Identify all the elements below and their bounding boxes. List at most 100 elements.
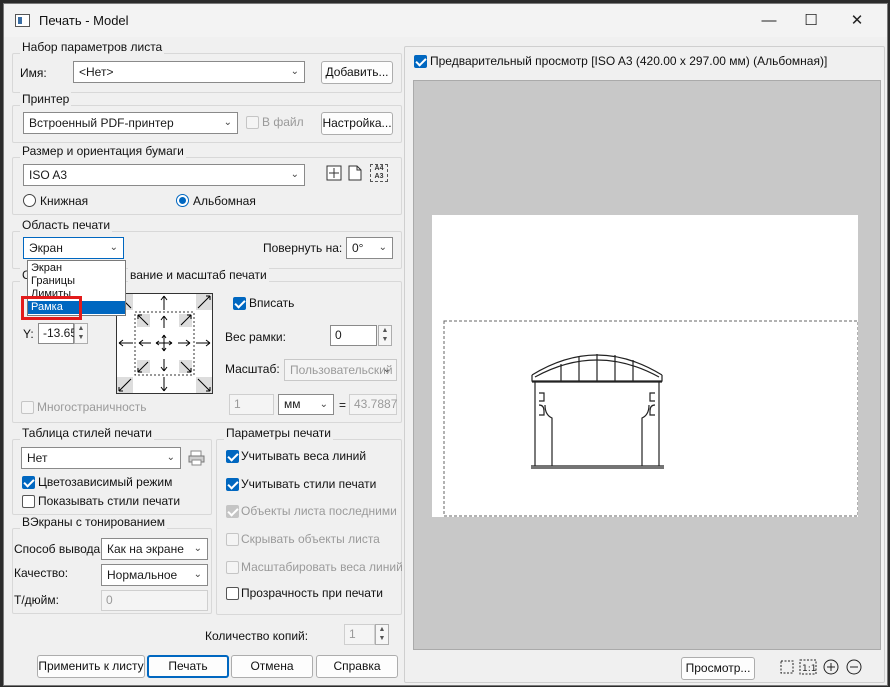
fit-to-paper-label: Вписать bbox=[249, 296, 295, 310]
scale-lineweights-checkbox[interactable] bbox=[226, 561, 239, 574]
output-mode-value: Как на экране bbox=[107, 542, 184, 556]
copies-label: Количество копий: bbox=[205, 629, 309, 643]
output-mode-select[interactable]: Как на экране ⌄ bbox=[101, 538, 208, 560]
rotate-label: Повернуть на: bbox=[263, 241, 343, 255]
rotate-value: 0° bbox=[352, 241, 364, 255]
zoom-in-icon[interactable] bbox=[823, 659, 839, 675]
copies-input[interactable]: 1 bbox=[344, 624, 375, 645]
zoom-extents-icon[interactable] bbox=[779, 659, 795, 675]
chevron-down-icon: ⌄ bbox=[378, 242, 387, 253]
preview-checkbox[interactable] bbox=[414, 55, 427, 68]
plot-lineweights-label: Учитывать веса линий bbox=[241, 449, 367, 463]
plot-area-select[interactable]: Экран ⌄ bbox=[23, 237, 124, 259]
paper-size-compare-icon[interactable]: A4 A3 bbox=[370, 164, 388, 182]
fit-to-paper-checkbox[interactable] bbox=[233, 297, 246, 310]
show-plot-styles-checkbox[interactable] bbox=[22, 495, 35, 508]
page-setup-label: Набор параметров листа bbox=[20, 40, 165, 54]
scale-select[interactable]: Пользовательский ⌄ bbox=[284, 359, 397, 381]
paper-size-select[interactable]: ISO A3 ⌄ bbox=[23, 164, 305, 186]
print-dialog: Печать - Model — ☐ ✕ Набор параметров ли… bbox=[3, 3, 888, 686]
multipage-label: Многостраничность bbox=[37, 400, 147, 414]
crosshair-icon[interactable] bbox=[326, 165, 342, 181]
landscape-radio[interactable] bbox=[176, 194, 189, 207]
scale-lineweights-label: Масштабировать веса линий bbox=[241, 560, 403, 574]
scale-ratio-left-input[interactable]: 1 bbox=[229, 394, 274, 415]
chevron-down-icon: ⌄ bbox=[382, 364, 391, 375]
title-bar[interactable]: Печать - Model — ☐ ✕ bbox=[4, 4, 887, 37]
rotate-select[interactable]: 0° ⌄ bbox=[346, 237, 393, 259]
dpi-input[interactable]: 0 bbox=[101, 590, 208, 611]
plot-area-option-extents[interactable]: Границы bbox=[28, 275, 125, 288]
minimize-button[interactable]: — bbox=[746, 4, 792, 37]
printer-value: Встроенный PDF-принтер bbox=[29, 116, 174, 130]
shaded-viewports-label: ВЭкраны с тонированием bbox=[20, 515, 168, 529]
y-offset-input[interactable]: -13.65 bbox=[38, 323, 77, 344]
maximize-button[interactable]: ☐ bbox=[788, 4, 834, 37]
preview-label: Предварительный просмотр [ISO A3 (420.00… bbox=[430, 54, 828, 68]
app-icon bbox=[15, 14, 30, 27]
quality-value: Нормальное bbox=[107, 568, 178, 582]
help-button[interactable]: Справка bbox=[316, 655, 398, 678]
svg-text:1:1: 1:1 bbox=[802, 664, 816, 674]
frame-weight-input[interactable]: 0 bbox=[330, 325, 377, 346]
plot-transparency-checkbox[interactable] bbox=[226, 587, 239, 600]
plot-lineweights-checkbox[interactable] bbox=[226, 450, 239, 463]
plot-transparency-label: Прозрачность при печати bbox=[241, 586, 383, 600]
printer-setup-button[interactable]: Настройка... bbox=[321, 112, 393, 135]
color-dependent-label: Цветозависимый режим bbox=[38, 475, 173, 489]
name-label: Имя: bbox=[20, 66, 47, 80]
plot-with-styles-checkbox[interactable] bbox=[226, 478, 239, 491]
chevron-down-icon: ⌄ bbox=[109, 242, 118, 253]
print-button[interactable]: Печать bbox=[147, 655, 229, 678]
multipage-checkbox[interactable] bbox=[21, 401, 34, 414]
equals-sign: = bbox=[339, 398, 347, 412]
scale-ratio-right-input[interactable]: 43.7887 bbox=[349, 394, 397, 415]
chevron-down-icon: ⌄ bbox=[193, 543, 202, 554]
zoom-out-icon[interactable] bbox=[846, 659, 862, 675]
quality-label: Качество: bbox=[14, 566, 69, 580]
plot-style-select[interactable]: Нет ⌄ bbox=[21, 447, 181, 469]
cancel-button[interactable]: Отмена bbox=[231, 655, 313, 678]
copies-spinner[interactable]: ▲ ▼ bbox=[375, 624, 389, 645]
scale-label: Масштаб: bbox=[225, 362, 280, 376]
zoom-1to1-icon[interactable]: 1:1 bbox=[799, 659, 817, 675]
printer-label: Принтер bbox=[20, 92, 72, 106]
plot-style-value: Нет bbox=[27, 451, 48, 465]
plot-style-label: Таблица стилей печати bbox=[20, 426, 154, 440]
paperspace-last-label: Объекты листа последними bbox=[241, 504, 397, 518]
preview-canvas[interactable] bbox=[413, 80, 881, 650]
y-offset-spinner[interactable]: ▲ ▼ bbox=[74, 323, 88, 344]
dpi-label: Т/дюйм: bbox=[14, 593, 59, 607]
to-file-checkbox[interactable] bbox=[246, 116, 259, 129]
portrait-radio[interactable] bbox=[23, 194, 36, 207]
hide-paperspace-objects-checkbox[interactable] bbox=[226, 533, 239, 546]
plot-with-styles-label: Учитывать стили печати bbox=[241, 477, 377, 491]
page-setup-name-select[interactable]: <Нет> ⌄ bbox=[73, 61, 305, 83]
color-dependent-checkbox[interactable] bbox=[22, 476, 35, 489]
quality-select[interactable]: Нормальное ⌄ bbox=[101, 564, 208, 586]
printer-edit-icon[interactable] bbox=[188, 449, 206, 467]
paperspace-last-checkbox[interactable] bbox=[226, 505, 239, 518]
close-button[interactable]: ✕ bbox=[834, 4, 880, 37]
printer-select[interactable]: Встроенный PDF-принтер ⌄ bbox=[23, 112, 238, 134]
show-plot-styles-label: Показывать стили печати bbox=[38, 494, 181, 508]
paper-label: Размер и ориентация бумаги bbox=[20, 144, 186, 158]
frame-weight-label: Вес рамки: bbox=[225, 330, 286, 344]
offset-scale-label: вание и масштаб печати bbox=[128, 268, 269, 282]
apply-to-layout-button[interactable]: Применить к листу bbox=[37, 655, 145, 678]
landscape-label: Альбомная bbox=[193, 194, 256, 208]
page-icon[interactable] bbox=[348, 165, 362, 181]
plot-area-label: Область печати bbox=[20, 218, 113, 232]
frame-weight-spinner[interactable]: ▲ ▼ bbox=[378, 325, 392, 346]
add-page-setup-button[interactable]: Добавить... bbox=[321, 61, 393, 84]
chevron-down-icon: ⌄ bbox=[223, 117, 232, 128]
scale-unit-value: мм bbox=[284, 397, 301, 411]
plot-area-option-display[interactable]: Экран bbox=[28, 262, 125, 275]
chevron-down-icon: ⌄ bbox=[319, 399, 328, 410]
scale-unit-select[interactable]: мм ⌄ bbox=[278, 394, 334, 415]
hide-paperspace-objects-label: Скрывать объекты листа bbox=[241, 532, 380, 546]
page-setup-name-value: <Нет> bbox=[79, 65, 114, 79]
window-title: Печать - Model bbox=[39, 13, 129, 28]
chevron-down-icon: ⌄ bbox=[290, 66, 299, 77]
preview-button[interactable]: Просмотр... bbox=[681, 657, 755, 680]
